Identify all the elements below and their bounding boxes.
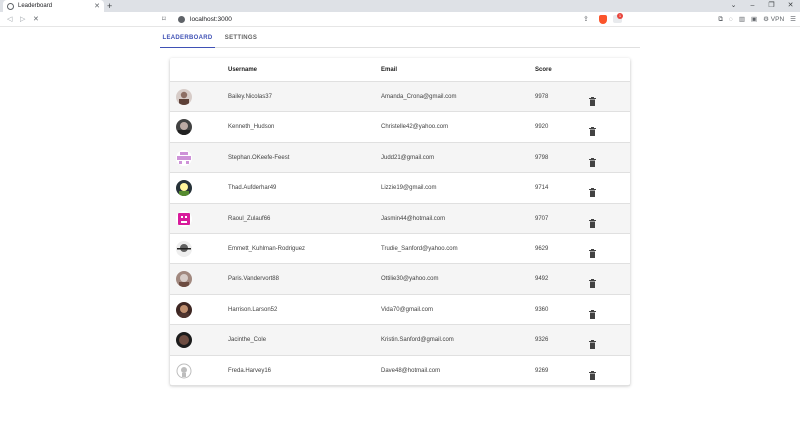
email-cell: Amanda_Crona@gmail.com xyxy=(381,94,457,100)
github-avatar xyxy=(176,362,192,379)
globe-icon xyxy=(7,2,14,10)
delete-icon[interactable] xyxy=(589,336,596,350)
email-cell: Judd21@gmail.com xyxy=(381,154,435,161)
new-tab-button[interactable]: + xyxy=(107,0,112,12)
table-row: Stephan.OKeefe-Feest Judd21@gmail.com 9798 xyxy=(170,142,630,174)
leaderboard-table: Username Email Score Bailey.Nicolas37 Ama… xyxy=(170,58,630,386)
photo-avatar xyxy=(176,271,192,288)
score-cell: 9714 xyxy=(535,185,549,192)
address-bar[interactable]: localhost:3000 xyxy=(173,14,621,25)
email-cell: Dave48@hotmail.com xyxy=(381,367,441,374)
email-cell: Christelle42@yahoo.com xyxy=(381,124,449,131)
tab-search-icon[interactable]: ⌄ xyxy=(724,0,743,12)
browser-tab[interactable]: Leaderboard ✕ xyxy=(3,0,104,12)
score-cell: 9798 xyxy=(535,154,549,161)
photo-avatar xyxy=(176,180,192,197)
table-row: Bailey.Nicolas37 Amanda_Crona@gmail.com 99… xyxy=(170,82,630,113)
wallet-icon[interactable]: ▣ xyxy=(751,14,757,25)
delete-icon[interactable] xyxy=(589,184,596,198)
delete-icon[interactable] xyxy=(589,275,596,289)
username-cell: Harrison.Larson52 xyxy=(228,306,278,313)
browser-titlebar: Leaderboard ✕ + ⌄ – ❐ ✕ xyxy=(0,0,800,12)
username-cell: Thad.Aufderhar49 xyxy=(228,185,277,192)
header-username[interactable]: Username xyxy=(228,58,257,82)
delete-icon[interactable] xyxy=(589,93,596,106)
table-row: Thad.Aufderhar49 Lizzie19@gmail.com 9714 xyxy=(170,173,630,204)
score-cell: 9707 xyxy=(535,215,549,222)
site-info-icon[interactable] xyxy=(178,16,185,23)
username-cell: Paris.Vandervort88 xyxy=(228,276,279,283)
email-cell: Kristin.Sanford@gmail.com xyxy=(381,337,454,344)
app-tabs: LEADERBOARD SETTINGS xyxy=(160,30,640,48)
score-cell: 9269 xyxy=(535,367,549,374)
email-cell: Ottilie30@yahoo.com xyxy=(381,276,439,283)
table-row: Kenneth_Hudson Christelle42@yahoo.com 9920 xyxy=(170,112,630,143)
menu-icon[interactable]: ☰ xyxy=(790,14,796,25)
delete-icon[interactable] xyxy=(589,154,596,167)
score-cell: 9326 xyxy=(535,337,549,344)
email-cell: Vida70@gmail.com xyxy=(381,306,434,313)
username-cell: Raoul_Zulauf66 xyxy=(228,215,271,222)
username-cell: Stephan.OKeefe-Feest xyxy=(228,154,290,161)
chat-icon[interactable]: ◌ xyxy=(729,14,733,25)
username-cell: Bailey.Nicolas37 xyxy=(228,94,272,100)
close-window-icon[interactable]: ✕ xyxy=(781,0,800,12)
photo-avatar xyxy=(176,301,192,318)
score-cell: 9920 xyxy=(535,124,549,131)
username-cell: Emmett_Kuhlman-Rodriguez xyxy=(228,246,306,252)
username-cell: Jacinthe_Cole xyxy=(228,337,267,344)
table-row: Jacinthe_Cole Kristin.Sanford@gmail.com 93… xyxy=(170,325,630,356)
table-row: Emmett_Kuhlman-Rodriguez Trudie_Sanford@y… xyxy=(170,234,630,265)
extensions-icon[interactable]: ⧉ xyxy=(718,14,723,25)
tab-leaderboard[interactable]: LEADERBOARD xyxy=(160,30,215,48)
table-row: Raoul_Zulauf66 Jasmin44@hotmail.com 9707 xyxy=(170,203,630,234)
photo-avatar xyxy=(176,119,192,136)
score-cell: 9629 xyxy=(535,246,549,252)
bookmark-icon[interactable]: ⌑ xyxy=(162,15,166,24)
photo-avatar xyxy=(176,241,192,257)
table-row: Harrison.Larson52 Vida70@gmail.com 9360 xyxy=(170,295,630,326)
minimize-icon[interactable]: – xyxy=(743,0,762,12)
score-cell: 9360 xyxy=(535,306,549,313)
delete-icon[interactable] xyxy=(589,215,596,228)
delete-icon[interactable] xyxy=(589,367,596,380)
maximize-icon[interactable]: ❐ xyxy=(762,0,781,12)
stop-icon[interactable]: ✕ xyxy=(33,14,39,25)
table-row: Paris.Vandervort88 Ottilie30@yahoo.com 949… xyxy=(170,264,630,295)
email-cell: Jasmin44@hotmail.com xyxy=(381,215,446,222)
email-cell: Trudie_Sanford@yahoo.com xyxy=(381,246,458,252)
score-cell: 9492 xyxy=(535,276,549,283)
table-header: Username Email Score xyxy=(170,58,630,82)
rewards-badge: 1 xyxy=(617,13,623,19)
toolbar-actions: ⧉ ◌ ▥ ▣ ⚙ VPN ☰ xyxy=(718,14,796,25)
username-cell: Freda.Harvey16 xyxy=(228,367,272,374)
email-cell: Lizzie19@gmail.com xyxy=(381,185,437,192)
browser-toolbar: ◁ ▷ ✕ ⌑ localhost:3000 ⇪ 1 ⧉ ◌ ▥ ▣ ⚙ VPN… xyxy=(0,12,800,27)
share-icon[interactable]: ⇪ xyxy=(583,15,589,24)
identicon-avatar xyxy=(176,210,192,227)
identicon-avatar xyxy=(176,149,192,166)
sidebar-icon[interactable]: ▥ xyxy=(739,14,745,25)
close-tab-icon[interactable]: ✕ xyxy=(94,3,100,10)
vpn-button[interactable]: ⚙ VPN xyxy=(763,14,784,25)
delete-icon[interactable] xyxy=(589,306,596,319)
forward-icon[interactable]: ▷ xyxy=(20,14,25,25)
header-email[interactable]: Email xyxy=(381,58,397,82)
url-text[interactable]: localhost:3000 xyxy=(190,16,232,23)
header-score[interactable]: Score xyxy=(535,58,552,82)
table-row: Freda.Harvey16 Dave48@hotmail.com 9269 xyxy=(170,356,630,386)
photo-avatar xyxy=(176,332,192,349)
brave-shields-icon[interactable] xyxy=(599,15,607,24)
tab-settings[interactable]: SETTINGS xyxy=(215,30,267,48)
username-cell: Kenneth_Hudson xyxy=(228,124,275,131)
back-icon[interactable]: ◁ xyxy=(7,14,12,25)
vpn-label: VPN xyxy=(770,16,785,23)
photo-avatar xyxy=(176,89,192,105)
score-cell: 9978 xyxy=(535,94,549,100)
delete-icon[interactable] xyxy=(589,245,596,258)
delete-icon[interactable] xyxy=(589,123,596,137)
window-controls: ⌄ – ❐ ✕ xyxy=(724,0,800,12)
tab-title: Leaderboard xyxy=(18,3,53,9)
